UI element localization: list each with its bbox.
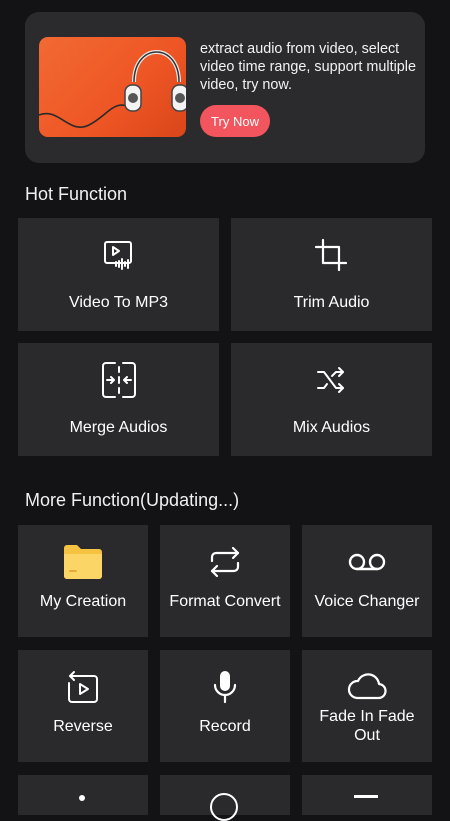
microphone-icon: [212, 670, 238, 704]
tile-video-to-mp3[interactable]: Video To MP3: [18, 218, 219, 331]
tile-voice-changer[interactable]: Voice Changer: [302, 525, 432, 637]
promo-banner[interactable]: extract audio from video, select video t…: [25, 12, 425, 163]
more-function-title: More Function(Updating...): [25, 490, 240, 510]
tile-label: Record: [199, 718, 251, 735]
tile-trim-audio[interactable]: Trim Audio: [231, 218, 432, 331]
tile-merge-audios[interactable]: Merge Audios: [18, 343, 219, 456]
tile-record[interactable]: Record: [160, 650, 290, 762]
tile-label: Reverse: [53, 718, 113, 735]
video-to-mp3-icon: [102, 238, 136, 272]
tile-my-creation[interactable]: My Creation: [18, 525, 148, 637]
tile-partial-3[interactable]: [302, 775, 432, 815]
headphones-image: [39, 37, 186, 137]
tile-label: Format Convert: [169, 593, 281, 610]
cloud-icon: [347, 670, 387, 700]
merge-icon: [101, 361, 137, 399]
tile-label: Fade In Fade Out: [319, 708, 415, 744]
banner-description: extract audio from video, select video t…: [200, 41, 416, 93]
tile-label: Merge Audios: [69, 419, 168, 436]
hot-function-title: Hot Function: [25, 184, 128, 204]
voicemail-icon: [347, 551, 387, 573]
try-now-button[interactable]: Try Now: [200, 105, 270, 137]
tile-label: Video To MP3: [68, 294, 169, 311]
tile-partial-1[interactable]: [18, 775, 148, 815]
shuffle-icon: [315, 364, 347, 396]
tile-label: Voice Changer: [314, 593, 420, 610]
tile-label: My Creation: [39, 593, 127, 610]
partial-icon: [354, 795, 378, 798]
partial-icon: [79, 795, 85, 801]
tile-format-convert[interactable]: Format Convert: [160, 525, 290, 637]
reverse-icon: [66, 670, 100, 704]
crop-icon: [314, 238, 348, 272]
tile-reverse[interactable]: Reverse: [18, 650, 148, 762]
tile-label: Mix Audios: [292, 419, 371, 436]
tile-mix-audios[interactable]: Mix Audios: [231, 343, 432, 456]
tile-label: Trim Audio: [293, 294, 370, 311]
tile-fade-in-fade-out[interactable]: Fade In Fade Out: [302, 650, 432, 762]
partial-icon: [210, 793, 238, 821]
tile-partial-2[interactable]: [160, 775, 290, 821]
repeat-icon: [208, 546, 242, 578]
folder-icon: [63, 544, 103, 580]
